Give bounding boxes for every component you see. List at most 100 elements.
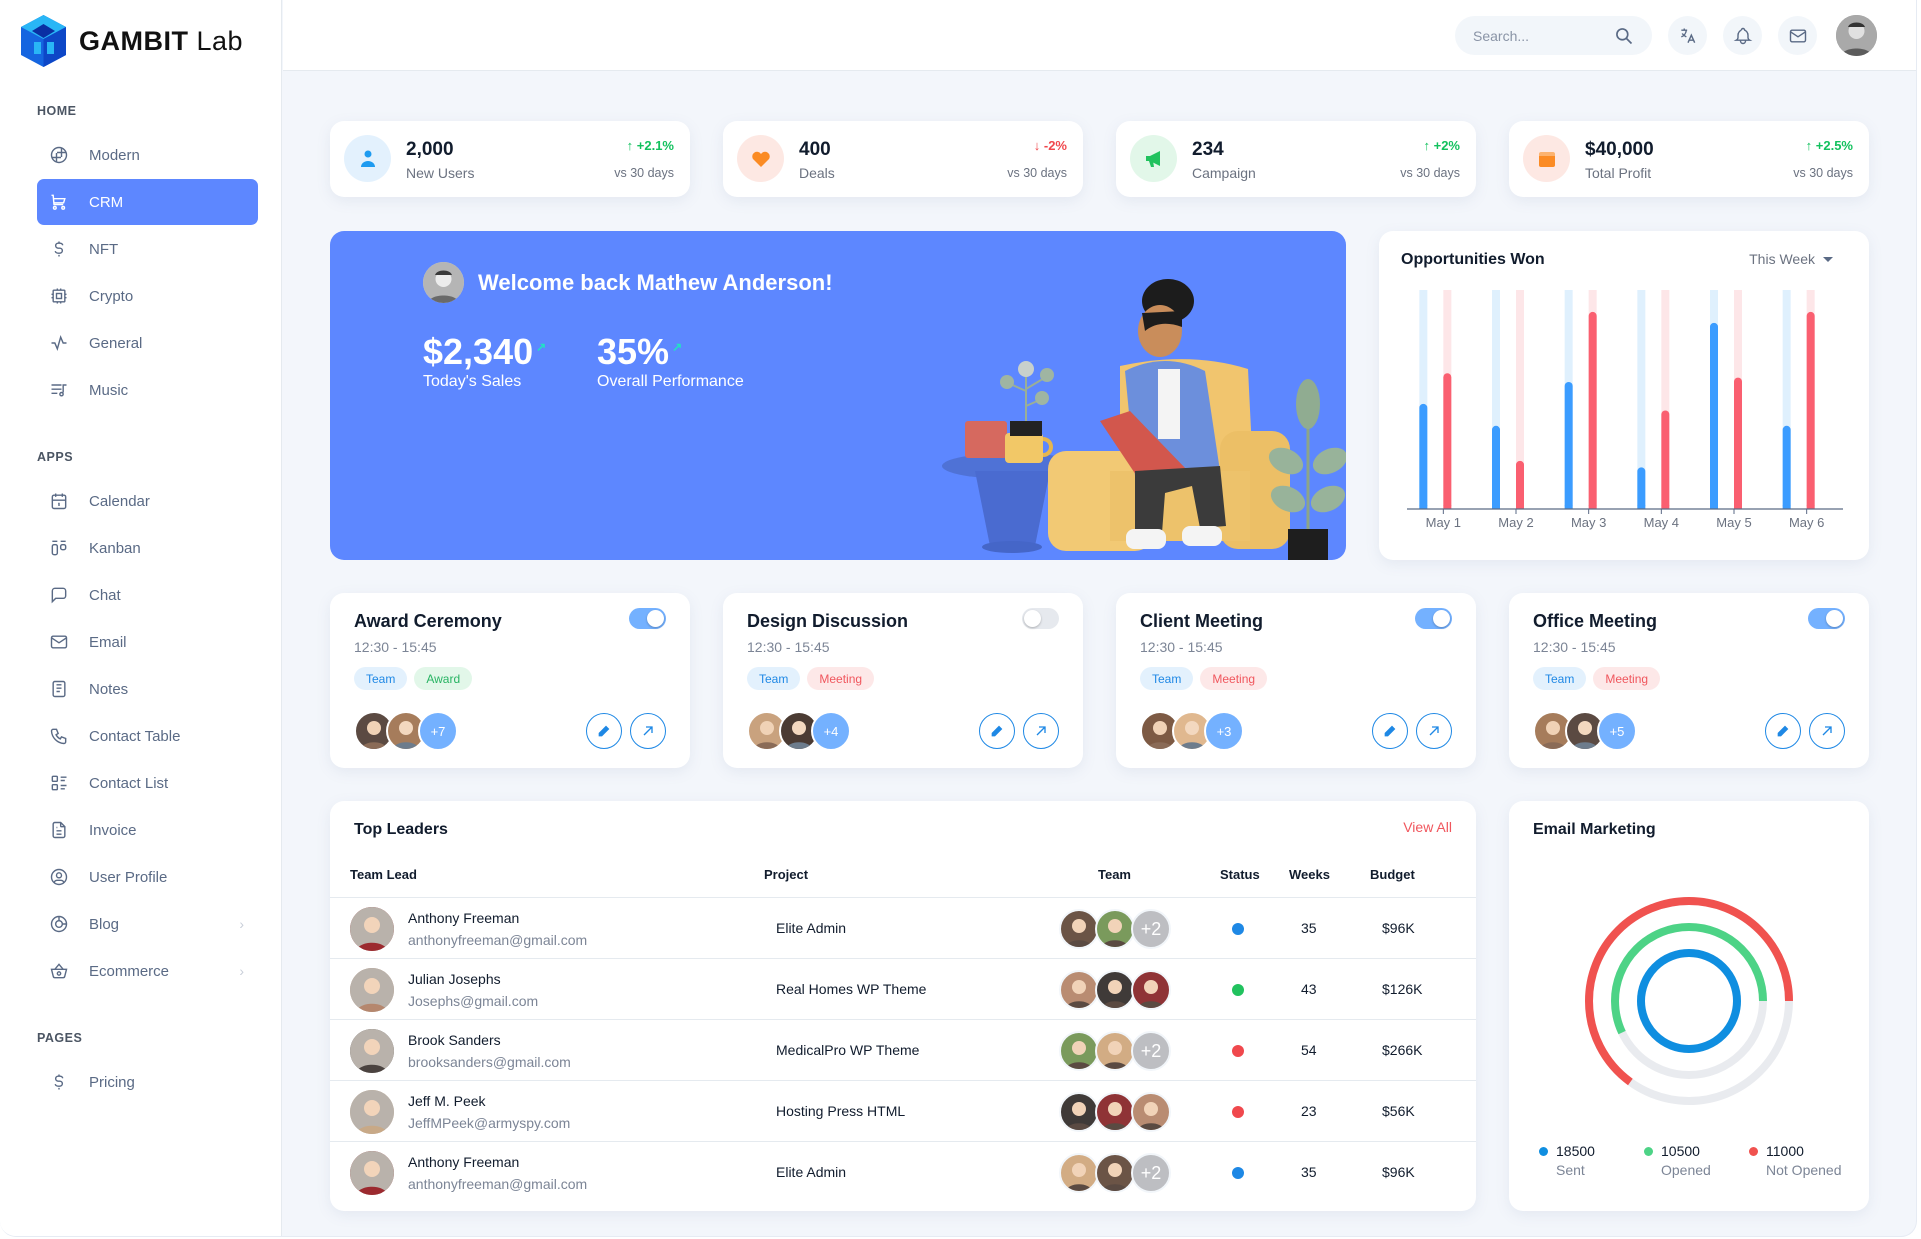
stat-card-deals: 400 Deals ↓ -2% vs 30 days (723, 121, 1083, 197)
open-event-button[interactable] (1416, 713, 1452, 749)
top-leaders-title: Top Leaders (354, 821, 448, 838)
messages-button[interactable] (1778, 16, 1817, 55)
sidebar-item-chat[interactable]: Chat (37, 572, 258, 618)
table-row[interactable]: Brook Sanders brooksanders@gmail.com Med… (330, 1019, 1476, 1080)
more-team-count[interactable]: +2 (1131, 1031, 1171, 1071)
open-event-button[interactable] (1023, 713, 1059, 749)
sidebar-item-pricing[interactable]: Pricing (37, 1059, 258, 1105)
table-row[interactable]: Julian Josephs Josephs@gmail.com Real Ho… (330, 958, 1476, 1019)
more-team-count[interactable]: +2 (1131, 909, 1171, 949)
sidebar-item-contact-list[interactable]: Contact List (37, 760, 258, 806)
bar-may-6-b (1806, 311, 1815, 509)
profile-avatar[interactable] (1836, 15, 1877, 56)
nav-section-pages: PAGES (37, 1031, 83, 1045)
nav-section-apps: APPS (37, 450, 74, 464)
more-attendees-count[interactable]: +4 (811, 711, 851, 751)
sidebar-item-kanban[interactable]: Kanban (37, 525, 258, 571)
weeks-value: 35 (1301, 920, 1317, 936)
sidebar-item-calendar[interactable]: Calendar (37, 478, 258, 524)
notifications-button[interactable] (1723, 16, 1762, 55)
event-toggle[interactable] (629, 608, 666, 629)
more-attendees-count[interactable]: +3 (1204, 711, 1244, 751)
team-lead-avatar (350, 1029, 394, 1073)
edit-event-button[interactable] (586, 713, 622, 749)
attendee-avatars: +5 (1533, 711, 1637, 751)
brand-logo[interactable]: GAMBIT Lab (20, 14, 243, 68)
x-tick-label: May 4 (1644, 515, 1679, 530)
team-member-avatar (1059, 909, 1099, 949)
more-team-count[interactable]: +2 (1131, 1153, 1171, 1193)
bell-icon (1733, 27, 1752, 44)
cube-logo-icon (21, 15, 66, 67)
pencil-icon (1384, 725, 1396, 737)
budget-value: $266K (1382, 1042, 1423, 1058)
event-title: Client Meeting (1140, 611, 1264, 631)
sidebar-item-crm[interactable]: CRM (37, 179, 258, 225)
person-photo-icon (1102, 1041, 1128, 1069)
open-event-button[interactable] (630, 713, 666, 749)
event-card: Design Discussion 12:30 - 15:45 Team Meet… (723, 593, 1083, 768)
team-lead-avatar (350, 968, 394, 1012)
person-photo-icon (350, 1151, 394, 1195)
bar-may-6-a (1782, 425, 1791, 509)
sidebar-item-user-profile[interactable]: User Profile (37, 854, 258, 900)
column-header-project: Project (764, 867, 809, 882)
basket-icon (50, 963, 68, 979)
edit-event-button[interactable] (1372, 713, 1408, 749)
sidebar-item-nft[interactable]: NFT (37, 226, 258, 272)
sidebar-item-contact-table[interactable]: Contact Table (37, 713, 258, 759)
event-toggle[interactable] (1808, 608, 1845, 629)
trend-up-icon: ↗ (536, 340, 547, 354)
more-attendees-count[interactable]: +7 (418, 711, 458, 751)
search-input[interactable]: Search... (1455, 16, 1652, 55)
phone-icon (50, 728, 67, 745)
budget-value: $96K (1382, 1164, 1415, 1180)
sidebar-item-music[interactable]: Music (37, 367, 258, 413)
person-photo-icon (350, 1090, 394, 1134)
sidebar-item-email[interactable]: Email (37, 619, 258, 665)
x-tick-label: May 3 (1571, 515, 1606, 530)
sidebar-item-modern[interactable]: Modern (37, 132, 258, 178)
table-row[interactable]: Jeff M. Peek JeffMPeek@armyspy.com Hosti… (330, 1080, 1476, 1141)
status-dot (1232, 1167, 1244, 1179)
language-button[interactable] (1668, 16, 1707, 55)
view-all-link[interactable]: View All (1403, 819, 1452, 835)
team-member-avatar (1059, 1153, 1099, 1193)
attendee-avatars: +3 (1140, 711, 1244, 751)
project-name: Hosting Press HTML (776, 1103, 906, 1119)
legend-label: Opened (1661, 1162, 1711, 1178)
sidebar-item-general[interactable]: General (37, 320, 258, 366)
sidebar-item-notes[interactable]: Notes (37, 666, 258, 712)
team-member-avatar (1095, 1031, 1135, 1071)
search-icon (1616, 27, 1633, 44)
edit-event-button[interactable] (979, 713, 1015, 749)
kanban-icon (51, 540, 67, 556)
table-row[interactable]: Anthony Freeman anthonyfreeman@gmail.com… (330, 897, 1476, 958)
edit-event-button[interactable] (1765, 713, 1801, 749)
event-toggle[interactable] (1415, 608, 1452, 629)
event-actions (979, 713, 1059, 749)
cpu-icon (51, 288, 67, 304)
stat-period: vs 30 days (1793, 166, 1853, 180)
sidebar-item-crypto[interactable]: Crypto (37, 273, 258, 319)
x-tick-label: May 6 (1789, 515, 1824, 530)
bar-may-5-b (1734, 377, 1742, 509)
sidebar-item-blog[interactable]: Blog › (37, 901, 258, 947)
bar-may-1-b (1443, 373, 1452, 509)
stat-icon-badge (1130, 135, 1177, 182)
stat-period: vs 30 days (1007, 166, 1067, 180)
performance-value: 35% (597, 331, 670, 372)
team-member-avatar (1131, 970, 1171, 1010)
sidebar-item-ecommerce[interactable]: Ecommerce › (37, 948, 258, 994)
sidebar-item-invoice[interactable]: Invoice (37, 807, 258, 853)
event-toggle[interactable] (1022, 608, 1059, 629)
sidebar-item-label: Invoice (89, 821, 137, 839)
open-event-button[interactable] (1809, 713, 1845, 749)
trend-up-icon: ↗ (672, 340, 683, 354)
arrow-down-icon: ↓ (1033, 138, 1041, 153)
more-attendees-count[interactable]: +5 (1597, 711, 1637, 751)
table-row[interactable]: Anthony Freeman anthonyfreeman@gmail.com… (330, 1141, 1476, 1202)
stat-icon-badge (344, 135, 391, 182)
team-lead-avatar (350, 907, 394, 951)
event-title: Office Meeting (1533, 611, 1658, 631)
